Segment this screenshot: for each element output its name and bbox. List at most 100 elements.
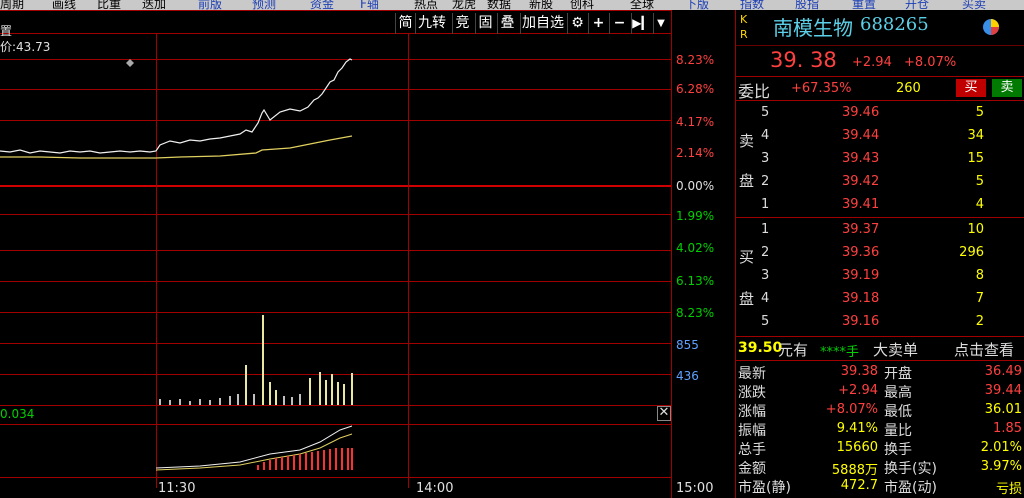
bid-row[interactable]: 5 39.16 2	[736, 311, 1024, 334]
stat-value: 36.01	[984, 402, 1022, 417]
price-line	[0, 58, 353, 154]
level: 5	[761, 105, 770, 120]
stat-value: 亏损	[995, 482, 1022, 497]
stat-label: 总手	[738, 442, 766, 458]
axis-label: 6.13%	[676, 274, 715, 288]
axis-label: 0.00%	[676, 179, 715, 193]
stat-label: 最新	[738, 366, 766, 382]
overlay-button[interactable]: 叠	[497, 13, 517, 34]
toolbar-item[interactable]: 热点	[414, 0, 438, 10]
plus-icon[interactable]: +	[588, 13, 608, 34]
toolbar-item[interactable]: 前版	[198, 0, 222, 10]
volume-bars	[159, 315, 353, 405]
divider	[736, 336, 1024, 337]
bid-row[interactable]: 1 39.37 10	[736, 219, 1024, 242]
level: 2	[761, 174, 770, 189]
toolbar-item[interactable]: 预测	[252, 0, 276, 10]
bigorder-price: 39.50	[738, 340, 783, 356]
stat-value: 1.85	[993, 421, 1022, 436]
volume: 2	[975, 314, 984, 329]
fix-button[interactable]: 固	[475, 13, 495, 34]
stat-label: 最低	[884, 404, 912, 420]
time-label: 11:30	[158, 481, 196, 496]
bid-row[interactable]: 2 39.36 296	[736, 242, 1024, 265]
ask-row[interactable]: 5 39.46 5	[736, 102, 1024, 125]
bid-row[interactable]: 3 39.19 8	[736, 265, 1024, 288]
level: 2	[761, 245, 770, 260]
sell-button[interactable]: 卖	[992, 79, 1022, 97]
level: 5	[761, 314, 770, 329]
divider	[736, 100, 1024, 101]
bigorder-stars: ****手	[820, 345, 860, 360]
toolbar-item[interactable]: 买卖	[962, 0, 986, 10]
auction-button[interactable]: 竞	[452, 13, 472, 34]
stat-value: 36.49	[984, 364, 1022, 379]
toolbar-item[interactable]: 龙虎	[452, 0, 476, 10]
axis-label: 8.23%	[676, 53, 715, 67]
level: 4	[761, 128, 770, 143]
stat-label: 最高	[884, 385, 912, 401]
quote-panel: K R 南模生物 688265 39. 38 +2.94 +8.07% 委比 +…	[735, 10, 1024, 498]
top-toolbar: 周期 画线 比重 迭加 前版 预测 资金 F轴 热点 龙虎 数据 新股 创科 全…	[0, 0, 1024, 10]
stat-label: 金额	[738, 461, 766, 477]
price: 39.18	[842, 291, 880, 306]
toolbar-item[interactable]: 迭加	[142, 0, 166, 10]
toolbar-item[interactable]: 创科	[570, 0, 594, 10]
toolbar-item[interactable]: 画线	[52, 0, 76, 10]
bigorder-link[interactable]: 点击查看	[954, 339, 1014, 360]
axis-label: 4.02%	[676, 241, 715, 255]
weibi-count: 260	[896, 81, 921, 96]
volume: 7	[975, 291, 984, 306]
volume: 10	[967, 222, 984, 237]
stat-row: 涨幅 +8.07% 最低 36.01	[736, 400, 1024, 420]
minus-icon[interactable]: −	[609, 13, 629, 34]
toolbar-item[interactable]: 重置	[852, 0, 876, 10]
toolbar-item[interactable]: 股指	[795, 0, 819, 10]
toolbar-item[interactable]: 周期	[0, 0, 24, 10]
jiuzhuan-button[interactable]: 九转	[415, 13, 448, 34]
time-label: 14:00	[416, 481, 454, 496]
ask-row[interactable]: 2 39.42 5	[736, 171, 1024, 194]
play-end-icon[interactable]: ▶▎	[631, 13, 651, 34]
level: 4	[761, 291, 770, 306]
ask-row[interactable]: 1 39.41 4	[736, 194, 1024, 217]
price: 39.37	[842, 222, 880, 237]
pie-chart-icon[interactable]	[982, 18, 1000, 36]
stat-label: 市盈(动)	[884, 480, 937, 496]
toolbar-item[interactable]: F轴	[360, 0, 379, 10]
price: 39.41	[842, 197, 880, 212]
close-icon[interactable]: ✕	[657, 406, 671, 421]
stat-value: 3.97%	[980, 459, 1022, 474]
price: 39.36	[842, 245, 880, 260]
simple-button[interactable]: 简	[395, 13, 415, 34]
axis-label: 6.28%	[676, 82, 715, 96]
stock-name: 南模生物	[773, 16, 853, 40]
ask-row[interactable]: 3 39.43 15	[736, 148, 1024, 171]
buy-button[interactable]: 买	[956, 79, 986, 97]
toolbar-item[interactable]: 新股	[529, 0, 553, 10]
toolbar-item[interactable]: 指数	[740, 0, 764, 10]
add-watchlist-button[interactable]: 加自选	[520, 13, 565, 34]
stat-label: 开盘	[884, 366, 912, 382]
intraday-chart[interactable]: 价:43.73 置 0.034 ✕ 8.23% 6.28% 4.17% 2.14…	[0, 10, 714, 498]
toolbar-item[interactable]: 全球	[630, 0, 654, 10]
bigorder-text: 元有	[778, 341, 809, 359]
weibi-value: +67.35%	[791, 81, 852, 96]
level: 3	[761, 268, 770, 283]
toolbar-item[interactable]: 数据	[487, 0, 511, 10]
bigorder-type: 大卖单	[873, 341, 919, 359]
volume: 296	[959, 245, 984, 260]
toolbar-item[interactable]: 下版	[685, 0, 709, 10]
toolbar-item[interactable]: 开仓	[905, 0, 929, 10]
stat-value: 39.38	[840, 364, 878, 379]
volume: 5	[975, 105, 984, 120]
toolbar-item[interactable]: 资金	[310, 0, 334, 10]
price: 39.16	[842, 314, 880, 329]
stat-value: +8.07%	[825, 402, 878, 417]
toolbar-item[interactable]: 比重	[97, 0, 121, 10]
volume: 8	[975, 268, 984, 283]
bid-row[interactable]: 4 39.18 7	[736, 288, 1024, 311]
ask-row[interactable]: 4 39.44 34	[736, 125, 1024, 148]
dropdown-icon[interactable]: ▼	[653, 13, 668, 34]
settings-icon[interactable]: ⚙	[567, 13, 587, 34]
